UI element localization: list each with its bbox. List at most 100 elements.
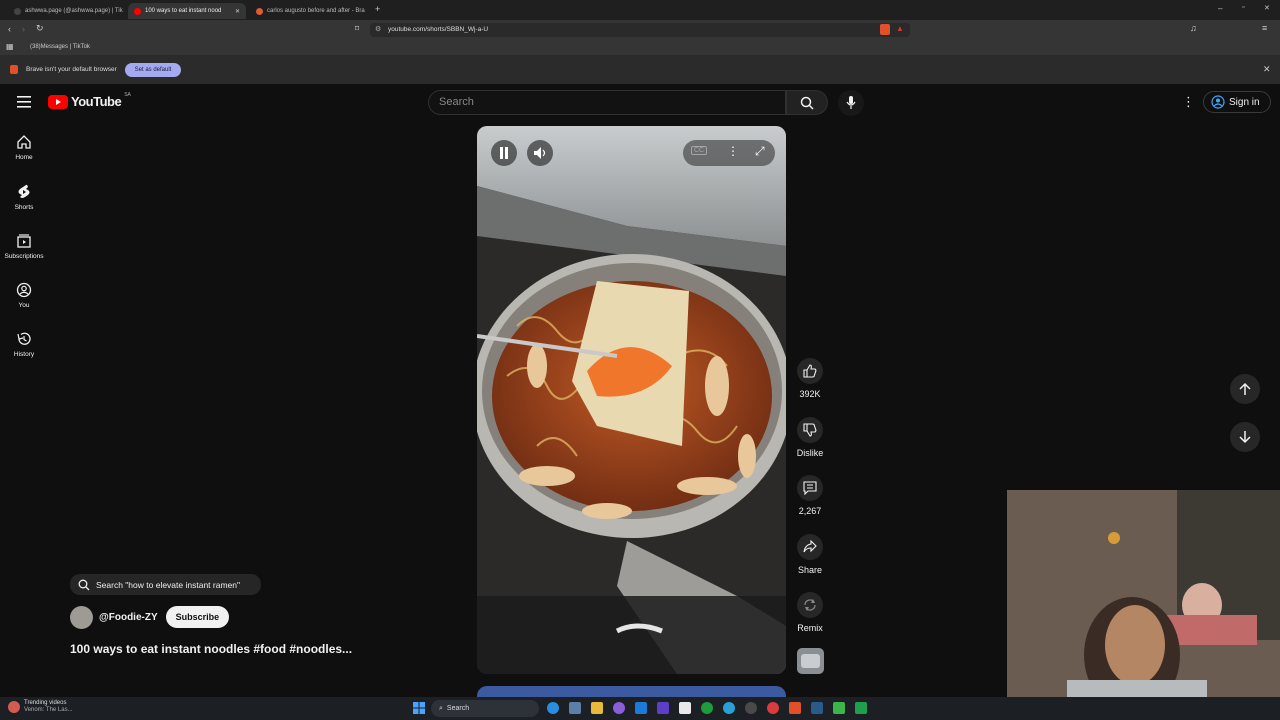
- shorts-icon: [18, 184, 30, 198]
- home-icon: [17, 135, 31, 149]
- forward-icon[interactable]: ›: [22, 24, 25, 34]
- pause-icon: [500, 147, 508, 159]
- pause-button[interactable]: [491, 140, 517, 166]
- tab-youtube-active[interactable]: 100 ways to eat instant nood ✕: [128, 3, 246, 19]
- xbox-icon[interactable]: [701, 702, 713, 714]
- set-default-button[interactable]: Set as default: [125, 63, 181, 77]
- remix-icon: [804, 599, 816, 611]
- dislike-button[interactable]: Dislike: [794, 417, 826, 458]
- youtube-play-logo-icon: [48, 94, 68, 109]
- youtube-logo[interactable]: YouTube SA: [48, 92, 131, 109]
- telegram-icon[interactable]: [723, 702, 735, 714]
- app-icon[interactable]: [679, 702, 691, 714]
- video-title[interactable]: 100 ways to eat instant noodles #food #n…: [70, 642, 352, 656]
- app-icon[interactable]: [657, 702, 669, 714]
- widget-subtitle: Venom: The Las...: [24, 707, 73, 713]
- nav-you[interactable]: You: [0, 282, 48, 309]
- close-infobar-icon[interactable]: ✕: [1263, 64, 1271, 75]
- taskbar-search-icon: ⌕: [439, 704, 443, 712]
- bookmark-tiktok[interactable]: (38)Messages | TikTok: [30, 44, 90, 50]
- previous-video-button[interactable]: [1230, 374, 1260, 404]
- menu-icon[interactable]: ≡: [1262, 23, 1267, 33]
- hamburger-menu-icon[interactable]: [17, 96, 31, 108]
- brave-taskbar-icon[interactable]: [789, 702, 801, 714]
- tiktok-favicon-icon: [14, 7, 21, 15]
- back-icon[interactable]: ‹: [8, 24, 11, 34]
- widget-title: Trending videos: [24, 700, 67, 706]
- channel-name[interactable]: @Foodie-ZY: [99, 612, 158, 623]
- like-button[interactable]: 392K: [794, 358, 826, 399]
- new-tab-icon[interactable]: +: [375, 4, 380, 14]
- search-input[interactable]: Search: [428, 90, 786, 115]
- reload-icon[interactable]: ↻: [36, 23, 44, 34]
- app-icon[interactable]: [745, 702, 757, 714]
- app-icon[interactable]: [635, 702, 647, 714]
- next-video-button[interactable]: [1230, 422, 1260, 452]
- webcam-feed-image: [1007, 490, 1280, 720]
- nav-history[interactable]: History: [0, 331, 48, 358]
- app-icon[interactable]: [613, 702, 625, 714]
- nav-label: History: [13, 351, 35, 358]
- media-icon[interactable]: ♫: [1190, 23, 1197, 33]
- shorts-video-player[interactable]: CC ⋮ ⤢: [477, 126, 786, 674]
- windows-taskbar: Trending videos Venom: The Las... ⌕ Sear…: [0, 697, 1280, 720]
- nav-shorts[interactable]: Shorts: [0, 184, 48, 211]
- site-info-icon[interactable]: ⚙: [375, 23, 381, 37]
- subscribe-button[interactable]: Subscribe: [165, 606, 230, 628]
- captions-icon[interactable]: CC: [691, 146, 708, 155]
- volume-button[interactable]: [527, 140, 553, 166]
- widgets-button[interactable]: Trending videos Venom: The Las...: [8, 700, 73, 714]
- windows-start-icon[interactable]: [413, 702, 425, 714]
- search-icon: [800, 96, 814, 110]
- app-icon[interactable]: [767, 702, 779, 714]
- apps-grid-icon[interactable]: ▦: [6, 42, 14, 51]
- tab-tiktok[interactable]: ashwwa.page (@ashwwa.page) | Tik: [8, 3, 126, 19]
- suggested-search-text: Search "how to elevate instant ramen": [96, 579, 241, 590]
- player-more-icon[interactable]: ⋮: [727, 144, 739, 158]
- more-options-icon[interactable]: ⋮: [1182, 94, 1195, 110]
- brave-favicon-icon: [256, 7, 263, 15]
- maximize-icon[interactable]: ▫: [1242, 4, 1244, 11]
- suggested-search-chip[interactable]: Search "how to elevate instant ramen": [70, 574, 261, 595]
- tab-search[interactable]: carlos augusto before and after - Bra: [250, 3, 370, 19]
- brave-rewards-icon[interactable]: ▲: [896, 24, 904, 33]
- share-button[interactable]: Share: [794, 534, 826, 575]
- player-controls-group: CC ⋮ ⤢: [683, 140, 775, 166]
- taskbar-search-label: Search: [446, 705, 470, 712]
- comment-icon: [803, 481, 817, 495]
- taskbar-search-box[interactable]: ⌕ Search: [431, 700, 539, 717]
- minimize-icon[interactable]: –: [1218, 4, 1222, 13]
- remix-button[interactable]: Remix: [794, 592, 826, 633]
- arrow-up-icon: [1239, 382, 1251, 395]
- like-count: 392K: [799, 389, 821, 399]
- edge-icon[interactable]: [547, 702, 559, 714]
- fullscreen-icon[interactable]: ⤢: [755, 144, 765, 159]
- volume-icon: [534, 147, 546, 159]
- voice-search-button[interactable]: [838, 90, 864, 116]
- url-text: youtube.com/shorts/SBBN_Wj-a-U: [388, 26, 489, 33]
- close-tab-icon[interactable]: ✕: [235, 8, 240, 15]
- nav-subscriptions[interactable]: Subscriptions: [0, 233, 48, 260]
- file-explorer-icon[interactable]: [591, 702, 603, 714]
- nav-label: Shorts: [14, 204, 34, 211]
- url-field[interactable]: ⚙ youtube.com/shorts/SBBN_Wj-a-U: [370, 23, 910, 37]
- app-icon[interactable]: [855, 702, 867, 714]
- search-button[interactable]: [786, 90, 828, 115]
- app-icon[interactable]: [833, 702, 845, 714]
- bookmark-icon[interactable]: ⌑: [355, 24, 359, 33]
- comment-count: 2,267: [798, 506, 822, 516]
- brave-shields-icon[interactable]: [880, 24, 890, 35]
- browser-tab-bar: ashwwa.page (@ashwwa.page) | Tik 100 way…: [0, 0, 1280, 20]
- steam-icon[interactable]: [811, 702, 823, 714]
- audio-thumbnail[interactable]: [797, 648, 824, 674]
- comments-button[interactable]: 2,267: [794, 475, 826, 516]
- close-window-icon[interactable]: ✕: [1264, 4, 1270, 12]
- sign-in-button[interactable]: Sign in: [1203, 91, 1271, 113]
- subscriptions-icon: [17, 234, 31, 248]
- nav-home[interactable]: Home: [0, 134, 48, 161]
- brave-logo-icon: [10, 65, 18, 74]
- trending-thumbnail-icon: [8, 701, 20, 713]
- task-view-icon[interactable]: [569, 702, 581, 714]
- channel-avatar[interactable]: [70, 605, 93, 629]
- share-icon: [803, 540, 817, 553]
